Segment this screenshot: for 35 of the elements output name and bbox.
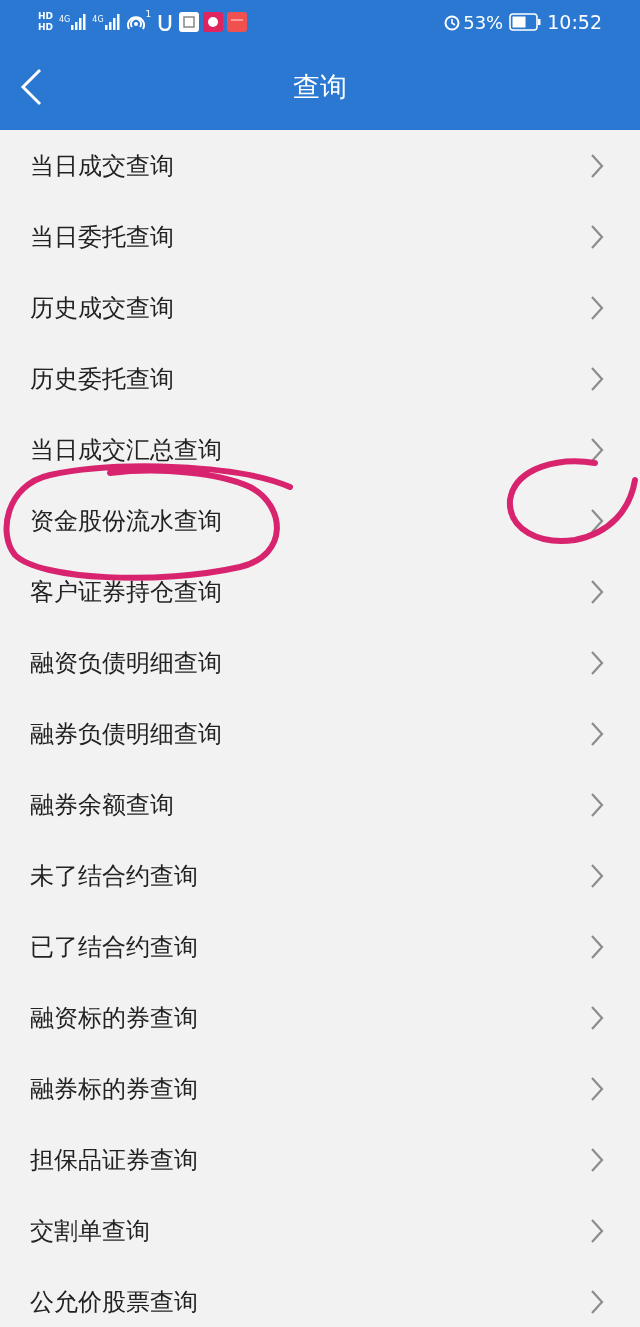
hd-label: HD <box>38 23 53 32</box>
chevron-right-icon <box>590 507 604 534</box>
chevron-right-icon <box>590 1004 604 1031</box>
chevron-right-icon <box>590 294 604 321</box>
video-app-icon <box>179 12 200 32</box>
alarm-icon <box>443 13 462 31</box>
chevron-right-icon <box>590 1075 604 1102</box>
chevron-right-icon <box>590 436 604 463</box>
chevron-right-icon <box>590 1288 604 1315</box>
network-label: 4G <box>92 14 104 26</box>
chevron-right-icon <box>590 152 604 179</box>
battery-icon <box>509 13 542 31</box>
chevron-right-icon <box>590 1146 604 1173</box>
media-app-icon <box>203 12 224 32</box>
mail-app-icon <box>227 12 248 32</box>
network-label: 4G <box>59 14 71 26</box>
battery-percent: 53% <box>463 10 504 35</box>
chevron-right-icon <box>590 1217 604 1244</box>
chevron-right-icon <box>590 720 604 747</box>
clock: 10:52 <box>547 9 602 35</box>
hotspot-icon <box>125 13 146 31</box>
signal-icon <box>70 14 87 30</box>
hotspot-count: 1 <box>145 8 152 21</box>
chevron-right-icon <box>590 649 604 676</box>
chevron-right-icon <box>590 791 604 818</box>
hd-label: HD <box>38 12 53 21</box>
app-icon <box>157 13 174 31</box>
back-icon[interactable] <box>20 68 42 106</box>
chevron-right-icon <box>590 578 604 605</box>
chevron-right-icon <box>590 365 604 392</box>
page-title: 查询 <box>293 69 347 104</box>
chevron-right-icon <box>590 223 604 250</box>
chevron-right-icon <box>590 933 604 960</box>
chevron-right-icon <box>590 862 604 889</box>
signal-icon <box>103 14 120 30</box>
